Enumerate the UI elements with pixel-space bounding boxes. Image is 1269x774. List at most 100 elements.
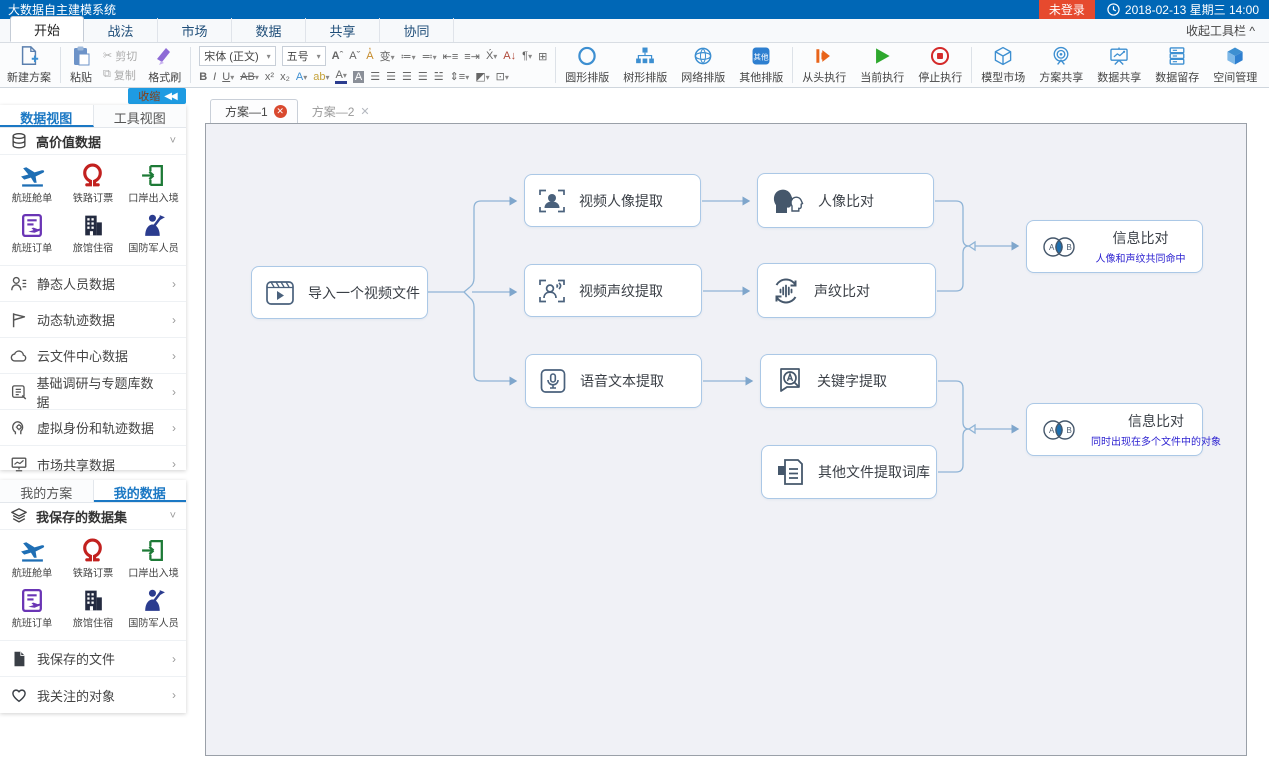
- tab-data-view[interactable]: 数据视图: [0, 105, 94, 127]
- category-virtual-identity[interactable]: 虚拟身份和轨迹数据›: [0, 410, 186, 446]
- strikethrough-button[interactable]: AB▾: [240, 71, 259, 83]
- network-layout-button[interactable]: 网络排版: [674, 43, 732, 87]
- indent-decrease-button[interactable]: ⇤≡: [443, 50, 459, 63]
- paste-button[interactable]: 粘贴: [63, 43, 99, 87]
- dataset-rail-ticket[interactable]: 铁路订票: [63, 159, 124, 209]
- circle-layout-button[interactable]: 圆形排版: [558, 43, 616, 87]
- flow-node-info-compare-2[interactable]: A B 信息比对 同时出现在多个文件中的对象: [1026, 403, 1203, 456]
- distribute-button[interactable]: ☱: [434, 70, 444, 83]
- menu-tab-share[interactable]: 共享: [306, 18, 380, 42]
- category-market-share[interactable]: 市场共享数据›: [0, 446, 186, 482]
- close-tab-icon[interactable]: ✕: [360, 105, 369, 118]
- login-status-badge[interactable]: 未登录: [1039, 0, 1095, 19]
- menu-tab-collab[interactable]: 协同: [380, 18, 454, 42]
- dataset-hotel-stay[interactable]: 旅馆住宿: [63, 584, 124, 634]
- run-from-start-button[interactable]: 从头执行: [795, 43, 853, 87]
- other-layout-button[interactable]: 其他 其他排版: [732, 43, 790, 87]
- format-painter-button[interactable]: 格式刷: [141, 43, 188, 87]
- chevron-right-icon: ›: [172, 349, 176, 363]
- border-button[interactable]: ⊡▾: [496, 70, 509, 83]
- flow-node-other-files-lexicon[interactable]: 其他文件提取词库: [761, 445, 937, 499]
- my-saved-files[interactable]: 我保存的文件›: [0, 641, 186, 677]
- superscript-button[interactable]: x²: [265, 71, 274, 83]
- font-size-select[interactable]: 五号▾: [282, 46, 326, 66]
- char-scale-button[interactable]: X́▾: [486, 50, 497, 62]
- copy-button[interactable]: ⧉复制: [103, 67, 137, 83]
- flow-canvas[interactable]: 导入一个视频文件 视频人像提取: [205, 123, 1247, 756]
- stop-run-button[interactable]: 停止执行: [911, 43, 969, 87]
- flow-node-speech-text[interactable]: 语音文本提取: [525, 354, 702, 408]
- char-shading-button[interactable]: A: [353, 71, 364, 83]
- category-dynamic-track[interactable]: 动态轨迹数据›: [0, 302, 186, 338]
- bold-button[interactable]: B: [199, 71, 207, 83]
- canvas-tab-plan2[interactable]: 方案—2 ✕: [298, 100, 380, 123]
- canvas-tab-plan1[interactable]: 方案—1 ✕: [210, 99, 298, 123]
- tree-layout-button[interactable]: 树形排版: [616, 43, 674, 87]
- dataset-flight-order[interactable]: 航班订单: [2, 209, 63, 259]
- menu-tab-tactics[interactable]: 战法: [84, 18, 158, 42]
- flow-node-voiceprint-extract[interactable]: 视频声纹提取: [524, 264, 702, 317]
- category-survey-library[interactable]: 基础调研与专题库数据›: [0, 374, 186, 410]
- category-static-person[interactable]: 静态人员数据›: [0, 266, 186, 302]
- italic-button[interactable]: I: [213, 71, 216, 83]
- menu-tab-market[interactable]: 市场: [158, 18, 232, 42]
- highlight-button[interactable]: ab▾: [313, 71, 329, 83]
- dataset-military-personnel[interactable]: 国防军人员: [123, 209, 184, 259]
- tab-my-plans[interactable]: 我的方案: [0, 480, 94, 502]
- align-left-button[interactable]: ☰: [370, 70, 380, 83]
- clear-format-button[interactable]: A̓: [366, 50, 373, 62]
- shrink-font-button[interactable]: Aˇ: [349, 50, 360, 62]
- flow-node-keyword-extract[interactable]: 关键字提取: [760, 354, 937, 408]
- dataset-flight-manifest[interactable]: 航班舱单: [2, 159, 63, 209]
- menu-tab-start[interactable]: 开始: [10, 16, 84, 42]
- dataset-military-personnel[interactable]: 国防军人员: [123, 584, 184, 634]
- justify-button[interactable]: ☰: [418, 70, 428, 83]
- collapse-toolbar-button[interactable]: 收起工具栏 ^: [1172, 22, 1269, 42]
- section-high-value-data[interactable]: 高价值数据 ˅: [0, 128, 186, 155]
- line-spacing-button[interactable]: ⇕≡▾: [450, 70, 470, 83]
- shading-button[interactable]: ◩▾: [475, 70, 489, 83]
- dataset-border-entry[interactable]: 口岸出入境: [123, 534, 184, 584]
- underline-button[interactable]: U▾: [222, 71, 234, 83]
- flow-node-info-compare-1[interactable]: A B 信息比对 人像和声纹共同命中: [1026, 220, 1203, 273]
- data-share-button[interactable]: 数据共享: [1090, 43, 1148, 87]
- bullet-list-button[interactable]: ≔▾: [401, 50, 416, 63]
- new-plan-button[interactable]: 新建方案: [0, 43, 58, 87]
- tab-my-data[interactable]: 我的数据: [94, 480, 187, 502]
- close-tab-icon[interactable]: ✕: [274, 105, 287, 118]
- number-list-button[interactable]: ≕▾: [422, 50, 437, 63]
- dataset-flight-manifest[interactable]: 航班舱单: [2, 534, 63, 584]
- space-manage-button[interactable]: 空间管理: [1206, 43, 1264, 87]
- tab-tool-view[interactable]: 工具视图: [94, 105, 187, 127]
- plan-share-button[interactable]: 方案共享: [1032, 43, 1090, 87]
- insert-table-button[interactable]: ⊞: [538, 50, 547, 63]
- my-followed-objects[interactable]: 我关注的对象›: [0, 677, 186, 713]
- menu-tab-data[interactable]: 数据: [232, 18, 306, 42]
- flow-node-face-compare[interactable]: 人像比对: [757, 173, 934, 228]
- dataset-border-entry[interactable]: 口岸出入境: [123, 159, 184, 209]
- flow-node-face-extract[interactable]: 视频人像提取: [524, 174, 701, 227]
- flow-node-import-video[interactable]: 导入一个视频文件: [251, 266, 428, 319]
- model-market-button[interactable]: 模型市场: [974, 43, 1032, 87]
- align-right-button[interactable]: ☰: [402, 70, 412, 83]
- grow-font-button[interactable]: Aˆ: [332, 50, 344, 62]
- dataset-flight-order[interactable]: 航班订单: [2, 584, 63, 634]
- category-cloud-file[interactable]: 云文件中心数据›: [0, 338, 186, 374]
- align-center-button[interactable]: ☰: [386, 70, 396, 83]
- data-retain-button[interactable]: 数据留存: [1148, 43, 1206, 87]
- section-saved-datasets[interactable]: 我保存的数据集 ˅: [0, 503, 186, 530]
- indent-increase-button[interactable]: ≡⇥: [464, 50, 480, 63]
- sort-button[interactable]: A↓: [503, 50, 516, 62]
- change-case-button[interactable]: 变▾: [380, 48, 395, 64]
- dataset-hotel-stay[interactable]: 旅馆住宿: [63, 209, 124, 259]
- sidebar-collapse-button[interactable]: 收缩 ◀◀: [128, 88, 186, 104]
- show-marks-button[interactable]: ¶▾: [522, 50, 532, 62]
- font-name-select[interactable]: 宋体 (正文)▾: [199, 46, 275, 66]
- font-color-button[interactable]: A▾: [335, 69, 346, 84]
- dataset-rail-ticket[interactable]: 铁路订票: [63, 534, 124, 584]
- text-effects-button[interactable]: A▾: [296, 71, 307, 83]
- subscript-button[interactable]: x₂: [280, 71, 290, 83]
- run-current-button[interactable]: 当前执行: [853, 43, 911, 87]
- flow-node-voice-compare[interactable]: 声纹比对: [757, 263, 936, 318]
- cut-button[interactable]: ✂剪切: [103, 48, 137, 64]
